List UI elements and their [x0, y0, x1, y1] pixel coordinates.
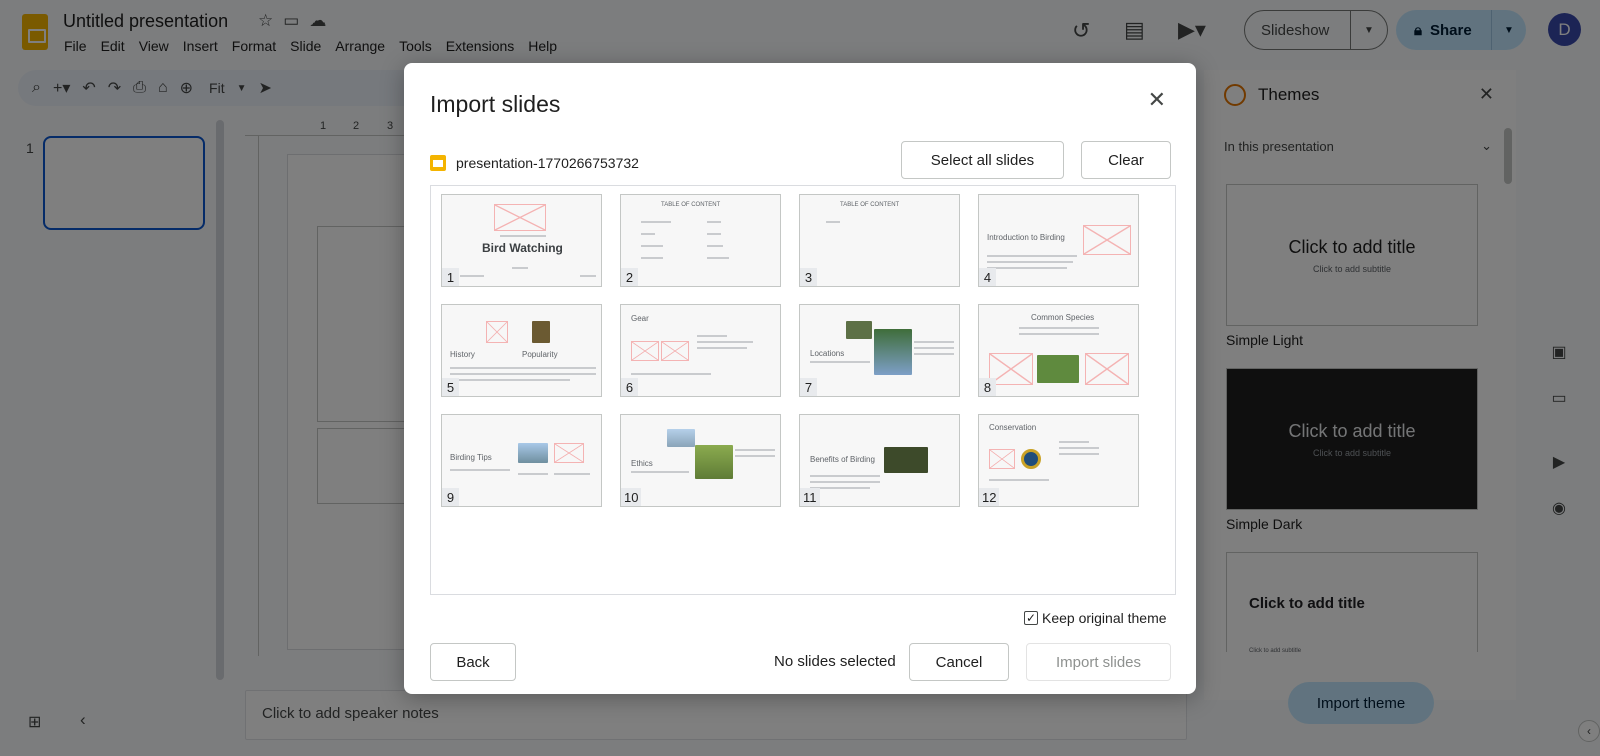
import-slides-dialog: Import slides ✕ presentation-17702667537…: [404, 63, 1196, 694]
slide-title: Ethics: [631, 459, 653, 468]
slide-title: Conservation: [989, 423, 1037, 432]
image-placeholder: [1083, 225, 1131, 255]
import-slides-button[interactable]: Import slides: [1026, 643, 1171, 681]
image-placeholder: [494, 204, 546, 231]
cancel-button[interactable]: Cancel: [909, 643, 1009, 681]
slides-file-icon: [430, 155, 446, 171]
keep-original-theme[interactable]: ✓ Keep original theme: [1024, 610, 1167, 626]
dialog-title: Import slides: [430, 91, 561, 117]
bird-photo: [884, 447, 928, 473]
bird-photo: [532, 321, 550, 343]
slide-thumbnail[interactable]: Gear 6: [620, 304, 781, 397]
slide-number: 11: [800, 488, 820, 506]
slide-number: 10: [621, 488, 642, 506]
keep-theme-checkbox[interactable]: ✓: [1024, 611, 1038, 625]
bird-photo: [874, 329, 912, 375]
close-icon[interactable]: ✕: [1148, 89, 1166, 111]
slide-title: Birding Tips: [450, 453, 492, 462]
slide-number: 2: [621, 268, 638, 286]
slide-title: Benefits of Birding: [810, 455, 875, 464]
slide-number: 8: [979, 378, 996, 396]
bird-photo: [1037, 355, 1079, 383]
select-all-slides-button[interactable]: Select all slides: [901, 141, 1064, 179]
slide-thumbnail[interactable]: History Popularity 5: [441, 304, 602, 397]
slide-number: 6: [621, 378, 638, 396]
slide-title: TABLE OF CONTENT: [661, 202, 721, 208]
slide-grid: Bird Watching 1 TABLE OF CONTENT 2 TABLE…: [430, 185, 1176, 595]
slide-title: Introduction to Birding: [987, 233, 1065, 242]
slide-number: 7: [800, 378, 817, 396]
slide-number: 3: [800, 268, 817, 286]
slide-thumbnail[interactable]: Birding Tips 9: [441, 414, 602, 507]
slide-title: TABLE OF CONTENT: [840, 202, 900, 208]
slide-title: History: [450, 350, 475, 359]
back-button[interactable]: Back: [430, 643, 516, 681]
slide-thumbnail[interactable]: Introduction to Birding 4: [978, 194, 1139, 287]
bird-photo: [846, 321, 872, 339]
source-file-name: presentation-1770266753732: [456, 155, 639, 171]
image-placeholder: [661, 341, 689, 361]
slide-thumbnail[interactable]: Bird Watching 1: [441, 194, 602, 287]
slide-number: 12: [979, 488, 1000, 506]
bird-photo: [667, 429, 695, 447]
slide-number: 5: [442, 378, 459, 396]
clear-button[interactable]: Clear: [1081, 141, 1171, 179]
slide-thumbnail[interactable]: Common Species 8: [978, 304, 1139, 397]
bird-photo: [518, 443, 548, 463]
slide-title: Gear: [631, 314, 649, 323]
slide-thumbnail[interactable]: Ethics 10: [620, 414, 781, 507]
image-placeholder: [631, 341, 659, 361]
slide-thumbnail[interactable]: Benefits of Birding 11: [799, 414, 960, 507]
selection-status: No slides selected: [774, 653, 896, 670]
image-placeholder: [989, 449, 1015, 469]
bird-photo: [695, 445, 733, 479]
slide-thumbnail[interactable]: Conservation 12: [978, 414, 1139, 507]
slide-number: 1: [442, 268, 459, 286]
slide-number: 9: [442, 488, 459, 506]
keep-theme-label: Keep original theme: [1042, 610, 1167, 626]
slide-title: Bird Watching: [482, 241, 563, 255]
slide-thumbnail[interactable]: Locations 7: [799, 304, 960, 397]
slide-thumbnail[interactable]: TABLE OF CONTENT 2: [620, 194, 781, 287]
image-placeholder: [1085, 353, 1129, 385]
image-placeholder: [486, 321, 508, 343]
slide-title: Common Species: [1031, 313, 1095, 322]
slide-thumbnail[interactable]: TABLE OF CONTENT 3: [799, 194, 960, 287]
conservation-logo-icon: [1021, 449, 1041, 469]
slide-title: Locations: [810, 349, 845, 358]
source-file: presentation-1770266753732: [430, 155, 639, 171]
slide-number: 4: [979, 268, 996, 286]
slide-title: Popularity: [522, 350, 558, 359]
image-placeholder: [554, 443, 584, 463]
